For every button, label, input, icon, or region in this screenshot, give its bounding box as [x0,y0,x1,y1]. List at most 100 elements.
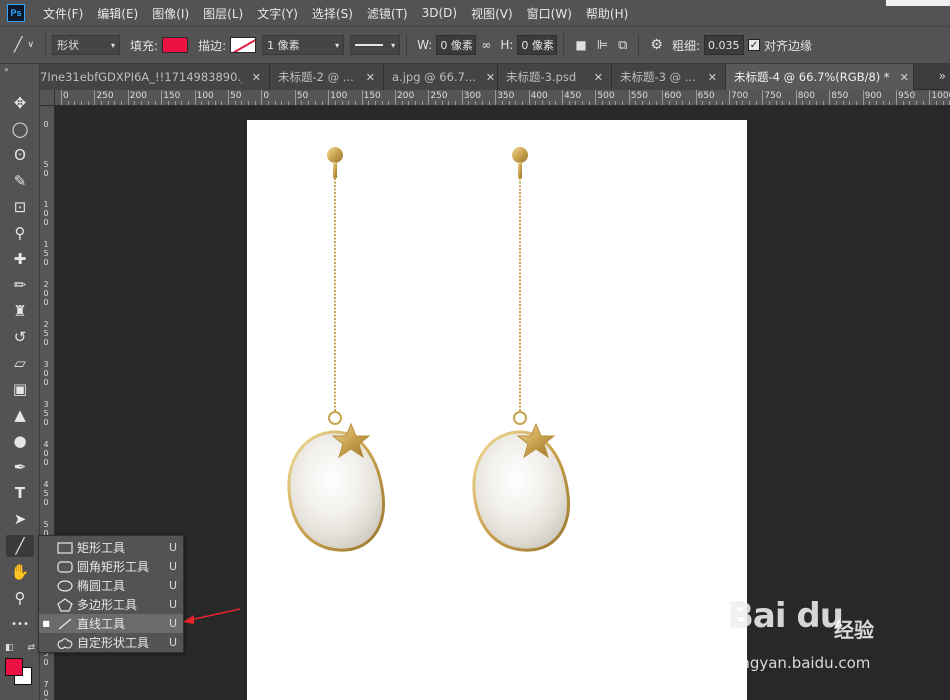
ruler-minor-tick [374,101,376,105]
more-tabs-icon[interactable]: » [939,69,946,83]
blur-tool[interactable]: ▲ [6,404,34,426]
menu-window[interactable]: 窗口(W) [527,5,572,22]
menu-filter[interactable]: 滤镜(T) [367,5,408,22]
tool-preset-line-icon[interactable]: ╱ [14,37,22,53]
tab-document-6[interactable]: 未标题-4 @ 66.7%(RGB/8) * ✕ [726,64,914,90]
brush-tool[interactable]: ✏ [6,274,34,296]
path-select-tool[interactable]: ➤ [6,508,34,530]
type-tool[interactable]: T [6,482,34,504]
tab-document-1[interactable]: 7Ine31ebfGDXPI6A_!!1714983890.jpg ✕ [40,64,270,90]
ruler-label: 500 [597,91,615,101]
tool-mode-select[interactable]: 形状 ▾ [52,35,121,55]
move-tool[interactable]: ✥ [6,92,34,114]
ruler-minor-tick [555,101,557,105]
ruler-minor-tick [775,101,777,105]
zoom-tool[interactable]: ⚲ [6,587,34,609]
ruler-minor-tick [809,101,811,105]
ruler-minor-tick [815,101,817,105]
menu-view[interactable]: 视图(V) [471,5,513,22]
ruler-label: 700 [43,680,49,700]
menu-help[interactable]: 帮助(H) [586,5,628,22]
tab-document-2[interactable]: 未标题-2 @ ... ✕ [270,64,384,90]
menu-edit[interactable]: 编辑(E) [97,5,138,22]
ruler-origin[interactable] [40,90,55,106]
ruler-minor-tick [101,101,103,105]
ruler-tick [762,90,764,105]
healing-brush-tool[interactable]: ✚ [6,248,34,270]
eraser-tool[interactable]: ▱ [6,352,34,374]
marquee-tool[interactable]: ◯ [6,118,34,140]
pen-tool[interactable]: ✒ [6,456,34,478]
link-icon[interactable]: ∞ [481,38,491,52]
history-brush-tool[interactable]: ↺ [6,326,34,348]
path-operations-icon[interactable]: ■ [575,38,586,52]
flyout-item-line-tool[interactable]: ■ 直线工具 U [39,614,183,633]
close-icon[interactable]: ✕ [708,71,717,84]
line-tool[interactable]: ╱ [6,535,34,557]
path-arrangement-icon[interactable]: ⧉ [618,38,627,53]
menu-select[interactable]: 选择(S) [312,5,353,22]
gear-icon[interactable]: ⚙ [650,37,663,53]
close-icon[interactable]: ✕ [486,71,495,84]
flyout-item-ellipse-tool[interactable]: 椭圆工具 U [39,576,183,595]
gradient-tool[interactable]: ▣ [6,378,34,400]
stroke-width-select[interactable]: 1 像素 ▾ [262,35,345,55]
ruler-minor-tick [501,101,503,105]
ruler-minor-tick [354,101,356,105]
line-tool-icon: ╱ [15,537,25,555]
close-icon[interactable]: ✕ [252,71,261,84]
weight-input[interactable]: 0.035 像 [704,35,744,55]
path-alignment-icon[interactable]: ⊫ [597,38,608,53]
flyout-item-rounded-rectangle-tool[interactable]: 圆角矩形工具 U [39,557,183,576]
ruler-minor-tick [455,101,457,105]
menu-file[interactable]: 文件(F) [43,5,83,22]
eraser-tool-icon: ▱ [14,354,26,372]
menu-3d[interactable]: 3D(D) [422,6,457,20]
lasso-tool[interactable]: ʘ [6,144,34,166]
eyedropper-tool[interactable]: ⚲ [6,222,34,244]
chevron-down-icon[interactable]: ∨ [27,40,34,50]
crop-tool[interactable]: ⊡ [6,196,34,218]
swap-colors-icon[interactable]: ⇄ [27,643,35,653]
flyout-item-polygon-tool[interactable]: 多边形工具 U [39,595,183,614]
ruler-tick [528,90,530,105]
ruler-minor-tick [916,101,918,105]
ruler-minor-tick [882,101,884,105]
menu-image[interactable]: 图像(I) [152,5,189,22]
ruler-label: 50 [230,91,242,101]
fill-color-swatch[interactable] [162,37,189,53]
dodge-tool[interactable]: ● [6,430,34,452]
close-icon[interactable]: ✕ [594,71,603,84]
menu-layer[interactable]: 图层(L) [203,5,243,22]
horizontal-ruler[interactable]: 0 250 200 150 100 50 0 50 100 150 200 250 300 350 400 4… [55,90,950,106]
ruler-minor-tick [274,101,276,105]
flyout-item-custom-shape-tool[interactable]: 自定形状工具 U [39,633,183,652]
close-icon[interactable]: ✕ [900,71,909,84]
ruler-minor-tick [421,101,423,105]
default-colors-icon[interactable]: ◧ [5,643,14,653]
height-input[interactable]: 0 像素 [517,35,558,55]
zoom-tool-icon: ⚲ [14,589,26,607]
collapse-panel-icon[interactable]: » [4,65,9,74]
stroke-color-swatch[interactable] [230,37,257,53]
tab-document-5[interactable]: 未标题-3 @ ... ✕ [612,64,726,90]
tab-document-3[interactable]: a.jpg @ 66.7... ✕ [384,64,498,90]
hand-tool[interactable]: ✋ [6,561,34,583]
tab-document-4[interactable]: 未标题-3.psd ✕ [498,64,612,90]
ruler-minor-tick [568,101,570,105]
quick-select-tool[interactable]: ✎ [6,170,34,192]
ruler-minor-tick [141,101,143,105]
close-icon[interactable]: ✕ [366,71,375,84]
ruler-minor-tick [588,101,590,105]
ruler-tick [94,90,96,105]
more-tools[interactable]: ••• [6,613,34,635]
clone-stamp-tool[interactable]: ♜ [6,300,34,322]
foreground-color-swatch[interactable] [5,658,23,676]
align-edges-checkbox[interactable]: ✓ [748,39,760,51]
flyout-item-rectangle-tool[interactable]: 矩形工具 U [39,538,183,557]
menu-type[interactable]: 文字(Y) [257,5,298,22]
stroke-type-select[interactable]: ▾ [350,35,401,55]
document-canvas[interactable] [247,120,747,700]
width-input[interactable]: 0 像素 [436,35,477,55]
watermark-service: 经验 [834,618,874,642]
